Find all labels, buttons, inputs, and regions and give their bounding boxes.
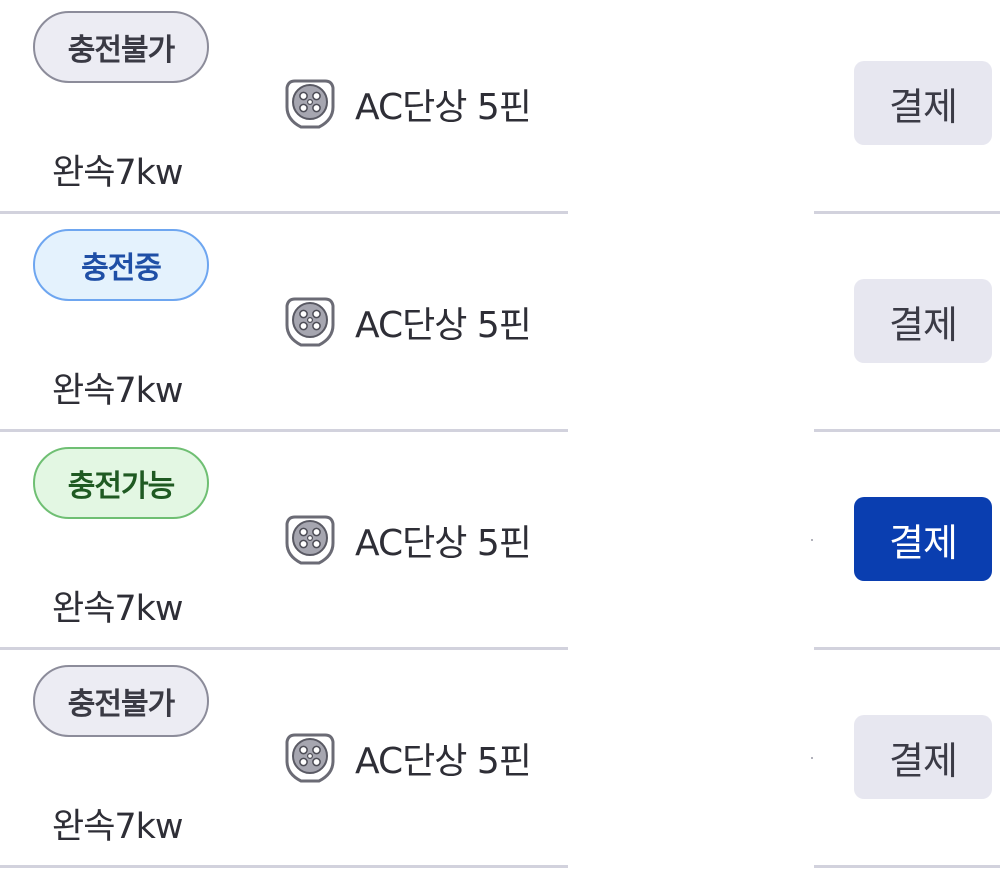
pay-button[interactable]: 결제 [854,497,992,581]
connector-info: AC단상 5핀 [285,294,532,350]
status-badge: 충전불가 [33,665,209,737]
pay-button[interactable]: 결제 [854,279,992,363]
divider [0,647,568,650]
connector-type-label: AC단상 5핀 [355,523,532,564]
divider [814,429,1000,432]
ac-5pin-connector-icon [285,513,335,567]
charge-speed-label: 완속7kw [52,589,184,629]
divider [814,647,1000,650]
charger-row: 충전가능 AC단상 5핀 완속7kw 결제 [0,436,1000,653]
ac-5pin-connector-icon [285,731,335,785]
charge-speed-label: 완속7kw [52,153,184,193]
separator-dot [811,539,813,541]
divider [0,211,568,214]
divider [0,429,568,432]
divider [814,211,1000,214]
status-badge: 충전중 [33,229,209,301]
ac-5pin-connector-icon [285,295,335,349]
charge-speed-label: 완속7kw [52,371,184,411]
charger-row: 충전불가 AC단상 5핀 완속7kw 결제 [0,0,1000,217]
charger-row: 충전중 AC단상 5핀 완속7kw 결제 [0,218,1000,435]
pay-button[interactable]: 결제 [854,61,992,145]
status-badge: 충전불가 [33,11,209,83]
pay-button[interactable]: 결제 [854,715,992,799]
charge-speed-label: 완속7kw [52,807,184,847]
ac-5pin-connector-icon [285,77,335,131]
connector-info: AC단상 5핀 [285,512,532,568]
connector-type-label: AC단상 5핀 [355,87,532,128]
connector-info: AC단상 5핀 [285,76,532,132]
status-badge: 충전가능 [33,447,209,519]
connector-info: AC단상 5핀 [285,730,532,786]
connector-type-label: AC단상 5핀 [355,305,532,346]
separator-dot [811,757,813,759]
charger-row: 충전불가 AC단상 5핀 완속7kw 결제 [0,654,1000,871]
connector-type-label: AC단상 5핀 [355,741,532,782]
